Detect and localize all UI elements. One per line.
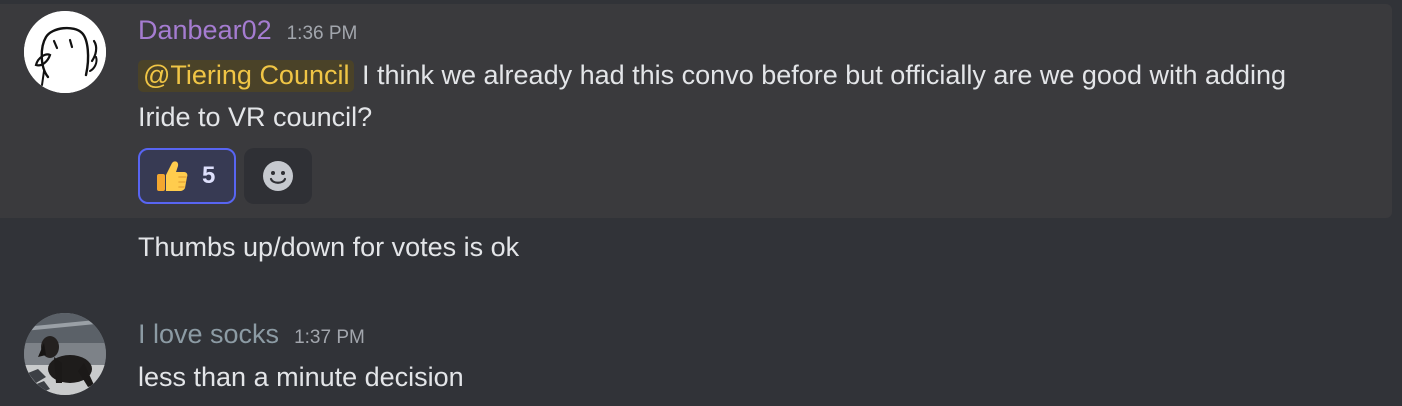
thumbs-up-icon [157, 161, 188, 191]
timestamp[interactable]: 1:37 PM [294, 327, 365, 349]
message-content: @Tiering Council I think we already had … [138, 54, 1328, 138]
username[interactable]: Danbear02 [138, 12, 272, 48]
username[interactable]: I love socks [138, 316, 279, 352]
reactions-bar: 5 [138, 148, 312, 204]
message-text: less than a minute decision [138, 362, 464, 392]
avatar-drawing-icon [24, 11, 106, 93]
add-reaction-smiley-icon [263, 161, 293, 191]
avatar-dog-photo-icon [24, 313, 106, 395]
avatar[interactable] [24, 11, 106, 93]
role-mention[interactable]: @Tiering Council [138, 60, 355, 92]
timestamp[interactable]: 1:36 PM [287, 23, 358, 45]
message-text: Thumbs up/down for votes is ok [138, 232, 520, 262]
add-reaction-button[interactable] [244, 148, 312, 204]
message-header: Danbear02 1:36 PM [138, 12, 357, 48]
avatar[interactable] [24, 313, 106, 395]
reaction-count: 5 [202, 162, 216, 189]
message-header: I love socks 1:37 PM [138, 316, 365, 352]
reaction-thumbs-up[interactable]: 5 [138, 148, 236, 204]
message-group: Danbear02 1:36 PM @Tiering Council I thi… [0, 0, 1402, 218]
